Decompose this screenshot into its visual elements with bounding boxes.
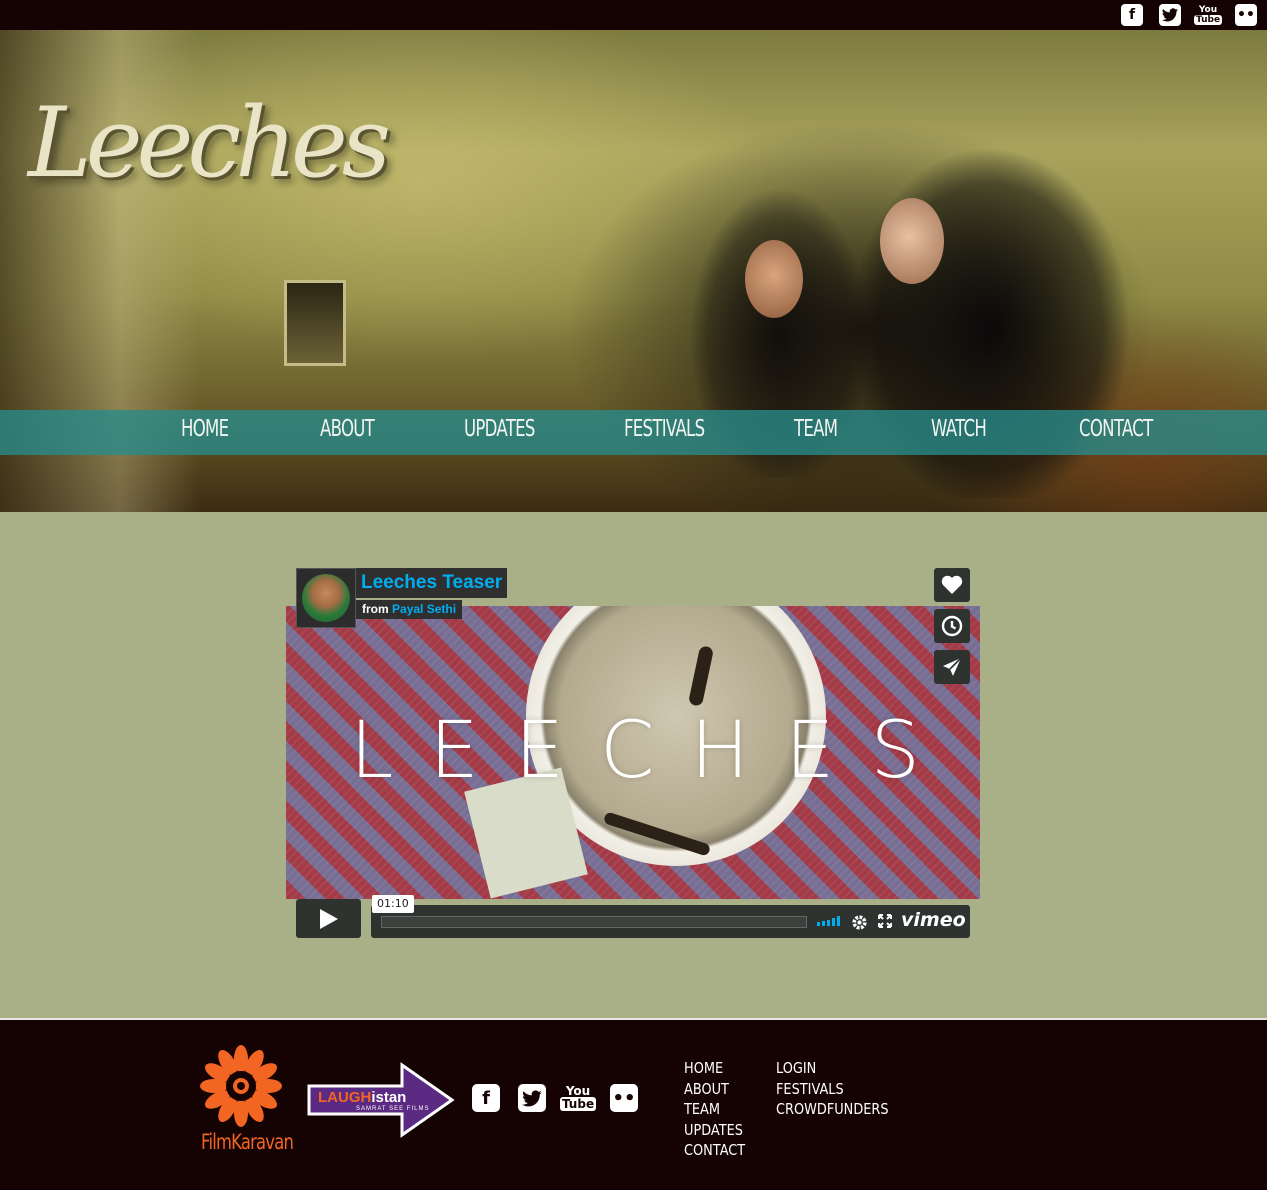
youtube-icon[interactable]: You Tube (1193, 4, 1223, 26)
top-social-links: f You Tube •• (1121, 4, 1257, 26)
footer-link-login[interactable]: LOGIN (776, 1058, 889, 1079)
footer-links-primary: HOME ABOUT TEAM UPDATES CONTACT (684, 1058, 755, 1161)
share-button[interactable] (934, 650, 970, 684)
hero-face-right (880, 198, 944, 284)
heart-icon (941, 575, 963, 594)
flickr-icon[interactable]: •• (1235, 4, 1257, 26)
watch-later-button[interactable] (934, 609, 970, 643)
footer-link-home[interactable]: HOME (684, 1058, 745, 1079)
flickr-icon[interactable]: •• (610, 1084, 638, 1112)
send-icon (943, 657, 962, 676)
site-logo[interactable]: Leeches (28, 68, 391, 248)
nav-updates[interactable]: UPDATES (464, 416, 535, 442)
twitter-icon[interactable] (518, 1084, 546, 1112)
play-button[interactable] (296, 899, 361, 938)
author-link[interactable]: Payal Sethi (392, 602, 456, 616)
nav-home[interactable]: HOME (181, 416, 229, 442)
youtube-icon[interactable]: You Tube (559, 1084, 597, 1112)
nav-watch[interactable]: WATCH (931, 416, 987, 442)
time-tooltip: 01:10 (372, 895, 414, 913)
twitter-icon[interactable] (1159, 4, 1181, 26)
footer-link-festivals[interactable]: FESTIVALS (776, 1079, 889, 1100)
progress-bar[interactable] (381, 916, 807, 928)
video-frame-title: LEECHES (350, 706, 956, 796)
nav-contact[interactable]: CONTACT (1079, 416, 1153, 442)
video-player[interactable]: LEECHES Leeches Teaser from Payal Sethi … (286, 568, 980, 938)
clock-icon (941, 615, 963, 637)
author-avatar[interactable] (296, 568, 356, 628)
facebook-icon[interactable]: f (472, 1084, 500, 1112)
nav-festivals[interactable]: FESTIVALS (624, 416, 705, 442)
player-controls: vimeo 01:10 (296, 895, 970, 938)
from-label: from (362, 602, 389, 616)
nav-team[interactable]: TEAM (794, 416, 838, 442)
filmkaravan-label: FilmKaravan (201, 1130, 294, 1154)
footer-link-about[interactable]: ABOUT (684, 1079, 745, 1100)
main-nav: HOME ABOUT UPDATES FESTIVALS TEAM WATCH … (0, 410, 1267, 455)
like-button[interactable] (934, 568, 970, 602)
vimeo-logo[interactable]: vimeo (901, 909, 966, 931)
footer-link-team[interactable]: TEAM (684, 1099, 745, 1120)
hero-window (284, 280, 346, 366)
video-title-link[interactable]: Leeches Teaser (356, 568, 508, 598)
footer-link-crowdfunders[interactable]: CROWDFUNDERS (776, 1099, 889, 1120)
footer-link-updates[interactable]: UPDATES (684, 1120, 745, 1141)
nav-about[interactable]: ABOUT (320, 416, 375, 442)
play-icon (319, 908, 338, 929)
video-frame[interactable]: LEECHES (286, 606, 980, 899)
hero-face-left (745, 240, 803, 318)
facebook-icon[interactable]: f (1121, 4, 1143, 26)
control-bar: vimeo (371, 905, 970, 938)
top-bar: f You Tube •• (0, 0, 1267, 30)
footer-social-links: f You Tube •• (472, 1084, 638, 1112)
footer: FilmKaravan LAUGHistan SAMRAT SEE FILMS … (0, 1018, 1267, 1190)
footer-link-contact[interactable]: CONTACT (684, 1140, 745, 1161)
hero-banner: Leeches HOME ABOUT UPDATES FESTIVALS TEA… (0, 30, 1267, 512)
video-byline: from Payal Sethi (356, 600, 463, 619)
laughistan-logo[interactable]: LAUGHistan SAMRAT SEE FILMS (306, 1062, 456, 1138)
settings-icon[interactable] (851, 914, 868, 931)
volume-control[interactable] (817, 916, 840, 926)
footer-links-secondary: LOGIN FESTIVALS CROWDFUNDERS (776, 1058, 907, 1120)
fullscreen-icon[interactable] (878, 914, 892, 928)
